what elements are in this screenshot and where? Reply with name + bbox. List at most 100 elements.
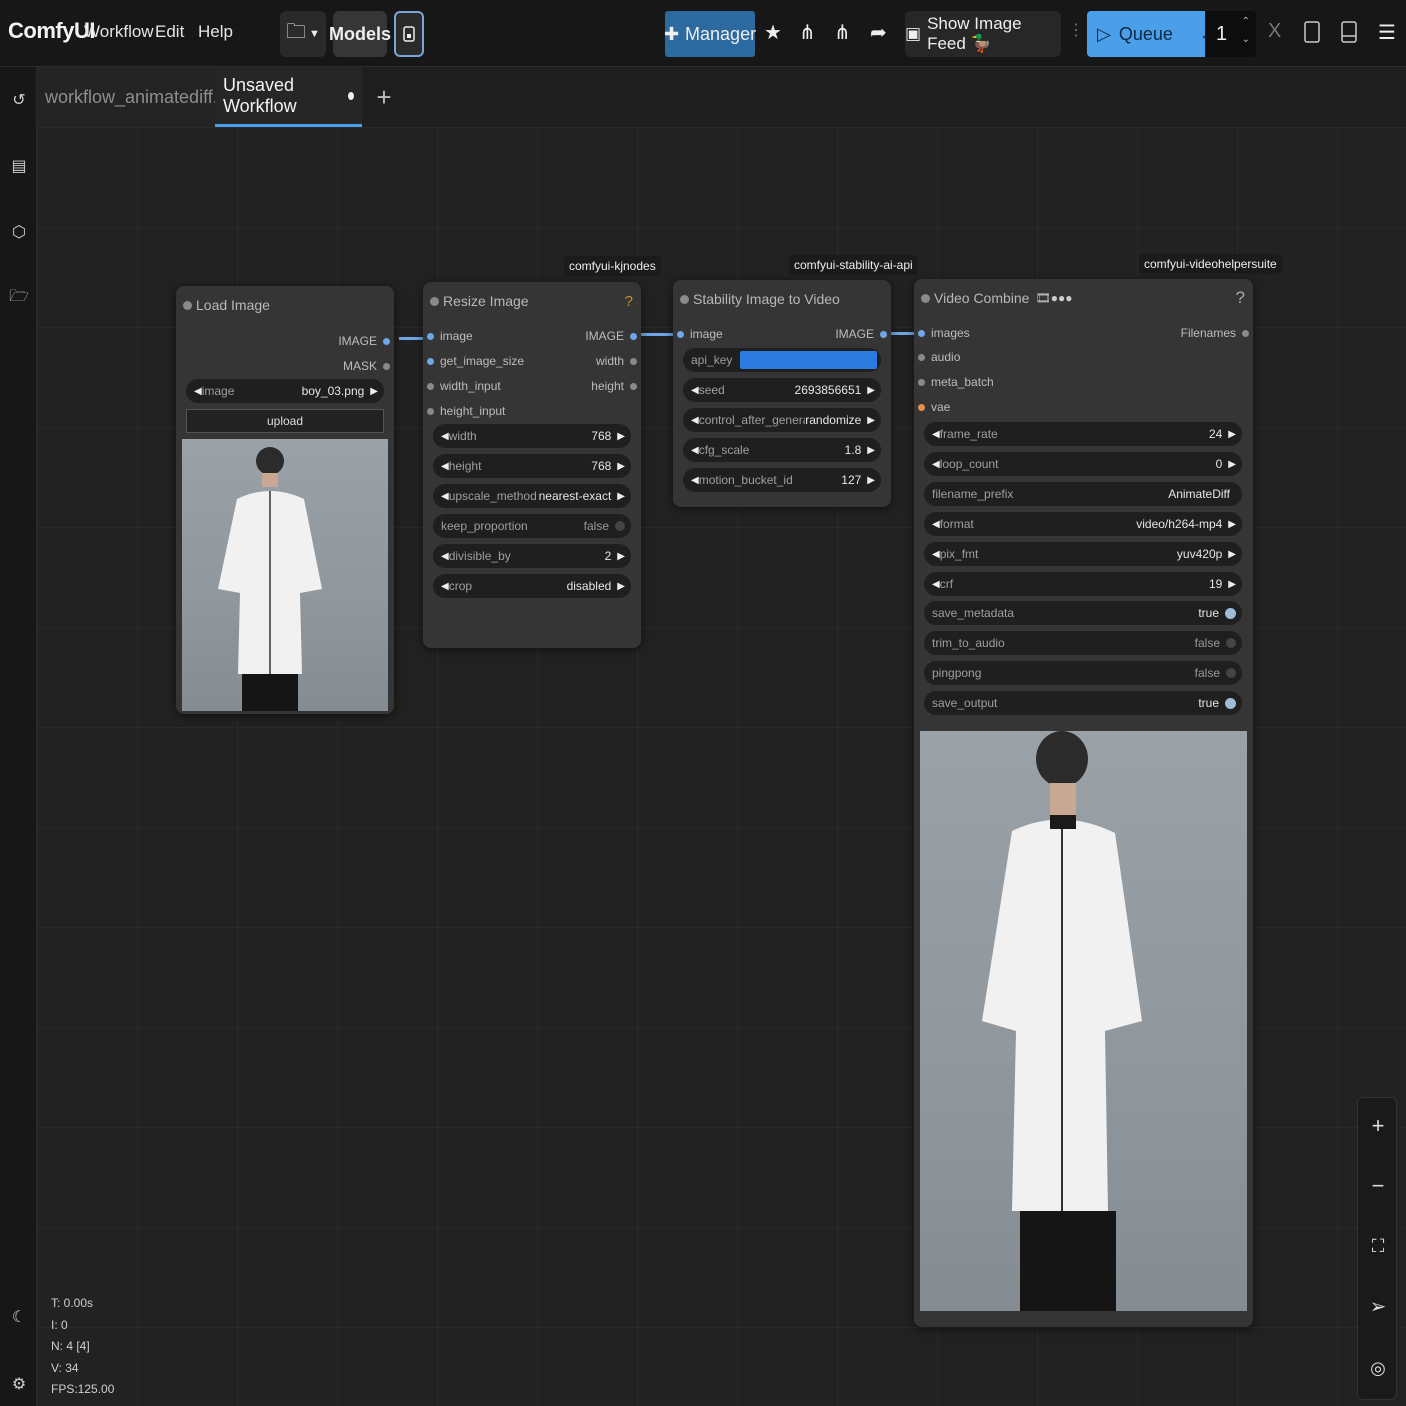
output-slot-filenames[interactable]: Filenames <box>1181 326 1249 340</box>
widget-width[interactable]: ◀ width 768 ▶ <box>433 424 631 448</box>
collapse-dot-icon[interactable] <box>921 294 930 303</box>
arrow-right-icon[interactable]: ▶ <box>617 581 625 592</box>
input-slot-vae[interactable]: vae <box>918 400 950 414</box>
queue-list-icon[interactable]: ▤ <box>6 153 32 179</box>
add-tab-button[interactable]: + <box>369 67 399 127</box>
settings-gear-icon[interactable]: ⚙ <box>6 1371 32 1397</box>
input-slot-meta-batch[interactable]: meta_batch <box>918 375 994 389</box>
arrow-right-icon[interactable]: ▶ <box>1228 519 1236 530</box>
fit-view-icon[interactable]: ⛶ <box>1366 1234 1390 1258</box>
arrow-left-icon[interactable]: ◀ <box>932 549 940 560</box>
toggle-on-icon[interactable] <box>1225 697 1236 709</box>
arrow-left-icon[interactable]: ◀ <box>194 386 202 397</box>
arrow-right-icon[interactable]: ▶ <box>867 445 875 456</box>
node-title[interactable]: Load Image <box>176 286 394 324</box>
output-slot-mask[interactable]: MASK <box>343 359 390 373</box>
tab-unsaved-workflow[interactable]: Unsaved Workflow <box>215 67 362 127</box>
input-slot-width-input[interactable]: width_input <box>427 379 501 393</box>
node-load-image[interactable]: Load Image IMAGE MASK ◀ image boy_03.png… <box>176 286 394 714</box>
toggle-on-icon[interactable] <box>1225 607 1236 619</box>
help-icon[interactable]: ? <box>1236 288 1245 308</box>
queue-count-stepper[interactable]: 1 ⌃ ⌄ <box>1206 11 1256 57</box>
widget-height[interactable]: ◀ height 768 ▶ <box>433 454 631 478</box>
arrow-left-icon[interactable]: ◀ <box>932 429 940 440</box>
node-title[interactable]: Resize Image ? <box>423 282 641 320</box>
node-title[interactable]: Stability Image to Video <box>673 280 891 318</box>
pointer-mode-icon[interactable]: ➢ <box>1366 1294 1390 1318</box>
arrow-left-icon[interactable]: ◀ <box>932 519 940 530</box>
arrow-left-icon[interactable]: ◀ <box>932 459 940 470</box>
menu-workflow[interactable]: Workflow <box>84 22 154 42</box>
arrow-left-icon[interactable]: ◀ <box>441 581 449 592</box>
arrow-right-icon[interactable]: ▶ <box>867 415 875 426</box>
close-icon[interactable]: X <box>1268 20 1281 43</box>
video-preview[interactable] <box>920 731 1247 1311</box>
arrow-left-icon[interactable]: ◀ <box>932 579 940 590</box>
arrow-right-icon[interactable]: ▶ <box>617 431 625 442</box>
arrow-left-icon[interactable]: ◀ <box>441 461 449 472</box>
arrow-right-icon[interactable]: ▶ <box>1228 429 1236 440</box>
zoom-in-icon[interactable]: + <box>1366 1113 1390 1138</box>
output-slot-height[interactable]: height <box>591 379 637 393</box>
widget-save-metadata[interactable]: save_metadata true <box>924 601 1242 625</box>
widget-keep-proportion[interactable]: keep_proportion false <box>433 514 631 538</box>
arrow-right-icon[interactable]: ▶ <box>1228 459 1236 470</box>
widget-pix-fmt[interactable]: ◀ pix_fmt yuv420p ▶ <box>924 542 1242 566</box>
input-slot-audio[interactable]: audio <box>918 350 960 364</box>
widget-trim-to-audio[interactable]: trim_to_audio false <box>924 631 1242 655</box>
arrow-left-icon[interactable]: ◀ <box>441 431 449 442</box>
arrow-left-icon[interactable]: ◀ <box>691 385 699 396</box>
node-title[interactable]: Video Combine 🎞●●● ? <box>914 279 1253 317</box>
widget-upscale-method[interactable]: ◀ upscale_method nearest-exact ▶ <box>433 484 631 508</box>
arrow-right-icon[interactable]: ▶ <box>617 461 625 472</box>
input-slot-image[interactable]: image <box>427 329 473 343</box>
workflows-folder-button[interactable]: 🗀 ▼ <box>280 11 326 57</box>
arrow-right-icon[interactable]: ▶ <box>370 386 378 397</box>
arrow-left-icon[interactable]: ◀ <box>691 475 699 486</box>
output-slot-image[interactable]: IMAGE <box>338 334 390 348</box>
input-slot-images[interactable]: images <box>918 326 970 340</box>
share-a-icon[interactable]: ⋔ <box>799 20 816 45</box>
toggle-off-icon[interactable] <box>615 521 625 531</box>
widget-control-after-generate[interactable]: ◀control_after_generaterandomize ▶ <box>683 408 881 432</box>
manager-button[interactable]: ✚ Manager <box>664 11 756 57</box>
menu-edit[interactable]: Edit <box>155 22 184 42</box>
upload-button[interactable]: upload <box>186 409 384 433</box>
models-button[interactable]: Models <box>329 11 391 57</box>
workflows-folder-icon[interactable]: 🗁 <box>6 285 32 311</box>
arrow-right-icon[interactable]: ▶ <box>617 551 625 562</box>
widget-filename-prefix[interactable]: filename_prefix AnimateDiff <box>924 482 1242 506</box>
collapse-dot-icon[interactable] <box>680 295 689 304</box>
save-workflow-button[interactable] <box>394 11 424 57</box>
hamburger-menu-icon[interactable]: ☰ <box>1378 20 1396 45</box>
history-icon[interactable]: ↺ <box>6 87 32 113</box>
arrow-left-icon[interactable]: ◀ <box>691 415 699 426</box>
widget-frame-rate[interactable]: ◀ frame_rate 24 ▶ <box>924 422 1242 446</box>
stepper-arrows-icon[interactable]: ⌃ ⌄ <box>1242 13 1250 49</box>
toggle-off-icon[interactable] <box>1226 668 1236 678</box>
api-key-input[interactable] <box>740 351 877 369</box>
node-stability-image-to-video[interactable]: Stability Image to Video image IMAGE api… <box>673 280 891 507</box>
node-canvas[interactable]: Load Image IMAGE MASK ◀ image boy_03.png… <box>37 127 1406 1406</box>
widget-crf[interactable]: ◀ crf 19 ▶ <box>924 572 1242 596</box>
node-resize-image[interactable]: Resize Image ? image get_image_size widt… <box>423 282 641 648</box>
widget-cfg-scale[interactable]: ◀ cfg_scale 1.8 ▶ <box>683 438 881 462</box>
focus-target-icon[interactable]: ◎ <box>1366 1356 1390 1380</box>
widget-save-output[interactable]: save_output true <box>924 691 1242 715</box>
zoom-out-icon[interactable]: − <box>1366 1173 1390 1198</box>
arrow-left-icon[interactable]: ◀ <box>441 491 449 502</box>
bottom-panel-icon[interactable] <box>1341 21 1357 49</box>
arrow-right-icon[interactable]: ▶ <box>1228 549 1236 560</box>
arrow-right-icon[interactable]: ▶ <box>867 385 875 396</box>
widget-image-select[interactable]: ◀ image boy_03.png ▶ <box>186 379 384 403</box>
widget-api-key[interactable]: api_key <box>683 348 881 372</box>
arrow-left-icon[interactable]: ◀ <box>441 551 449 562</box>
arrow-left-icon[interactable]: ◀ <box>691 445 699 456</box>
widget-motion-bucket-id[interactable]: ◀ motion_bucket_id 127 ▶ <box>683 468 881 492</box>
collapse-dot-icon[interactable] <box>183 301 192 310</box>
output-slot-image[interactable]: IMAGE <box>835 327 887 341</box>
arrow-right-icon[interactable]: ▶ <box>867 475 875 486</box>
theme-moon-icon[interactable]: ☾ <box>6 1304 32 1330</box>
share-arrow-icon[interactable]: ➦ <box>870 20 887 45</box>
input-slot-height-input[interactable]: height_input <box>427 404 505 418</box>
